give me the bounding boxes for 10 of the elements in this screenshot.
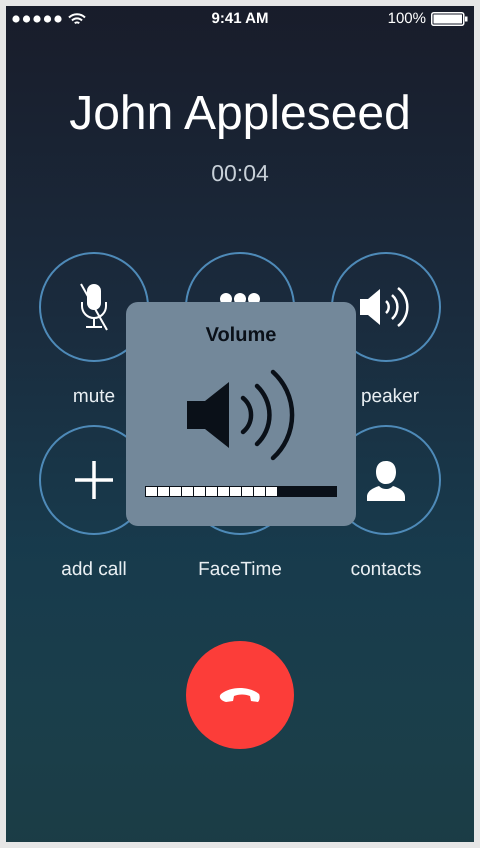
button-label: contacts <box>350 558 422 582</box>
volume-title: Volume <box>206 323 276 348</box>
status-time: 9:41 AM <box>212 8 268 29</box>
call-duration: 00:04 <box>211 159 269 188</box>
button-label: peaker <box>360 385 420 409</box>
button-label: FaceTime <box>198 558 282 582</box>
button-label: add call <box>61 558 127 582</box>
button-label: mute <box>72 385 116 409</box>
battery-percent: 100% <box>388 8 426 29</box>
caller-name: John Appleseed <box>69 86 411 142</box>
